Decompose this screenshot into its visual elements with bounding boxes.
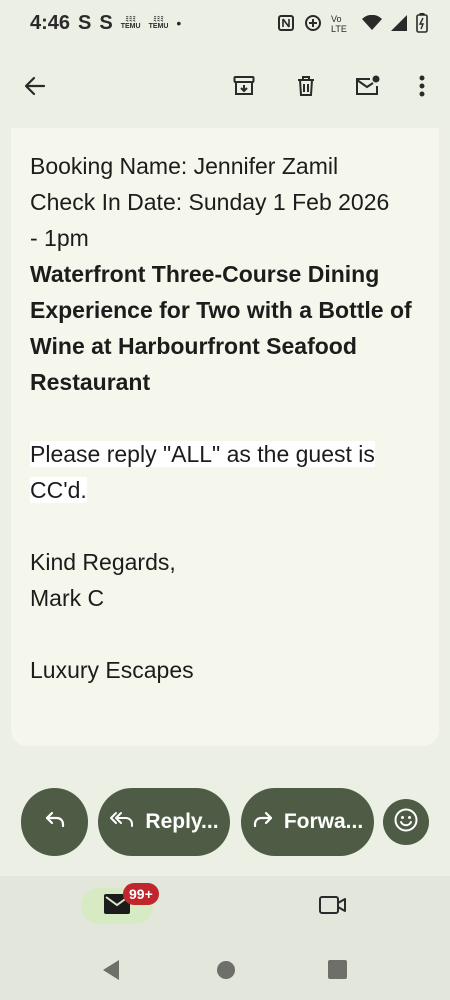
system-navigation-bar [0,942,450,1000]
temu-top: ﾐﾐﾐ [125,16,136,23]
notification-s-icon: S [99,11,113,34]
emoji-icon [393,807,419,838]
status-right: Vo LTE [277,13,428,33]
svg-text:LTE: LTE [331,24,347,33]
sign-off: Kind Regards, [30,549,176,575]
reply-instruction-line1: Please reply "ALL" as the guest is [30,441,375,467]
booking-name: Booking Name: Jennifer Zamil [30,153,339,179]
app-bar [0,56,450,116]
volte-icon: Vo LTE [331,13,353,33]
data-saver-icon [304,14,322,32]
nfc-icon [277,14,295,32]
status-left: 4:46 S S ﾐﾐﾐ TEMU ﾐﾐﾐ TEMU • [30,12,181,35]
emoji-reaction-button[interactable] [383,799,429,845]
forward-icon [252,809,274,835]
reply-button[interactable] [21,788,88,856]
status-time: 4:46 [30,11,71,34]
forward-button[interactable]: Forwa... [241,788,374,856]
temu-label: TEMU [120,23,141,30]
reply-all-button[interactable]: Reply... [98,788,230,856]
battery-icon [416,13,428,33]
more-vert-icon[interactable] [400,64,444,108]
back-arrow-icon[interactable] [13,64,57,108]
system-home-icon[interactable] [216,960,236,985]
nav-meet-tab[interactable] [318,894,348,921]
temu-label: TEMU [148,23,169,30]
archive-icon[interactable] [222,64,266,108]
system-recents-icon[interactable] [328,960,347,984]
bottom-navigation: 99+ [0,876,450,942]
delete-icon[interactable] [284,64,328,108]
reply-instruction-line2: CC'd. [30,477,87,503]
email-body: Booking Name: Jennifer Zamil Check In Da… [11,128,439,746]
svg-text:Vo: Vo [331,14,342,24]
check-in-time: - 1pm [30,225,89,251]
reply-all-label: Reply... [145,810,219,833]
sender-name: Mark C [30,585,105,611]
video-camera-icon [318,896,348,920]
reply-icon [44,809,66,835]
notification-s-icon: S [78,11,92,34]
forward-label: Forwa... [283,810,364,833]
temu-notification-icon: ﾐﾐﾐ TEMU [149,16,169,30]
signal-icon [391,15,407,31]
experience-title: Waterfront Three-Course Dining Experienc… [30,261,412,395]
temu-top: ﾐﾐﾐ [153,16,164,23]
mark-unread-icon[interactable] [346,64,390,108]
unread-count-badge: 99+ [123,883,159,905]
status-bar: 4:46 S S ﾐﾐﾐ TEMU ﾐﾐﾐ TEMU • Vo LTE [0,0,450,46]
system-back-icon[interactable] [101,959,121,986]
wifi-icon [362,15,382,31]
check-in-date: Check In Date: Sunday 1 Feb 2026 [30,189,390,215]
temu-notification-icon: ﾐﾐﾐ TEMU [121,16,141,30]
reply-instruction: Please reply "ALL" as the guest is CC'd. [30,436,419,508]
company-name: Luxury Escapes [30,657,194,683]
reply-all-icon [109,809,135,835]
reply-actions: Reply... Forwa... [0,788,450,856]
more-notifications-dot: • [176,15,182,31]
